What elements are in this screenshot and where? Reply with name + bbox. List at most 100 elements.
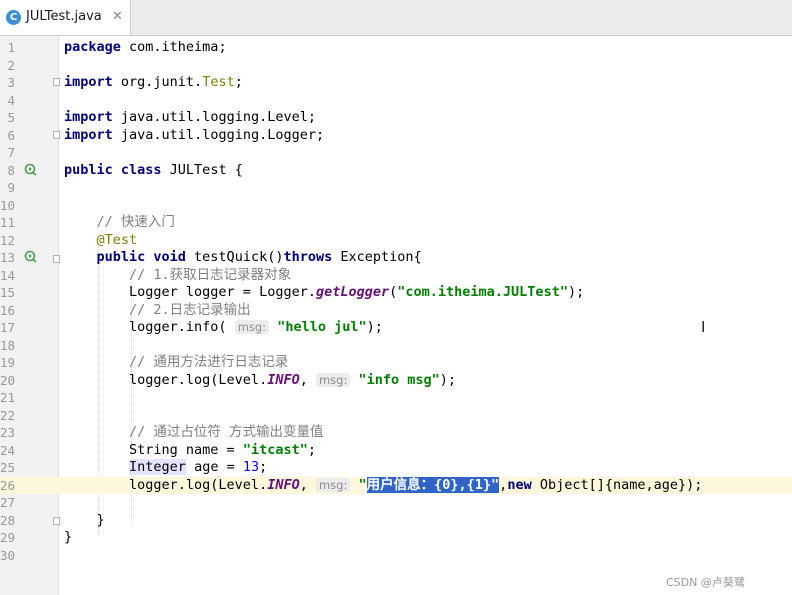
code-line[interactable]: 6 import java.util.logging.Logger; [0, 127, 792, 145]
line-number: 14 [0, 267, 16, 283]
close-icon[interactable]: ✕ [112, 9, 123, 24]
code-token: getLogger [315, 284, 390, 300]
code-line[interactable]: 23 // 通过占位符 方式输出变量值 [0, 424, 792, 442]
code-line[interactable]: 12 @Test [0, 232, 792, 250]
code-token: Test [202, 74, 235, 90]
code-line[interactable]: 22 [0, 407, 792, 425]
code-token: package [64, 39, 121, 55]
code-text: @Test [64, 231, 138, 250]
code-token: logger.info( [64, 319, 235, 335]
code-token: // 2.日志记录输出 [129, 301, 251, 318]
line-number: 22 [0, 407, 16, 423]
parameter-hint: msg: [315, 372, 351, 387]
code-text: import org.junit.Test; [64, 74, 243, 92]
code-token: ; [259, 459, 268, 475]
line-number: 2 [7, 57, 15, 73]
code-token: // 快速入门 [96, 214, 175, 230]
code-text: logger.info( msg: "hello jul"); [64, 319, 383, 337]
code-token: INFO [267, 371, 300, 388]
code-line[interactable]: 7 [0, 144, 792, 162]
code-token: " [358, 476, 367, 493]
code-line[interactable]: 1 package com.itheima; [0, 39, 792, 57]
code-token: Object[]{name,age}); [531, 476, 703, 493]
code-line[interactable]: 19 // 通用方法进行日志记录 [0, 354, 792, 372]
code-token: public void [96, 249, 186, 265]
line-number: 7 [7, 145, 15, 160]
mouse-cursor-icon: I [701, 318, 706, 336]
code-token: INFO [267, 476, 300, 493]
code-line[interactable]: 29} [0, 529, 792, 547]
code-token: // 通用方法进行日志记录 [129, 354, 289, 370]
code-line[interactable]: 15 Logger logger = Logger.getLogger("com… [0, 284, 792, 302]
line-number: 23 [0, 425, 16, 440]
code-line[interactable]: 13 public void testQuick()throws Excepti… [0, 249, 792, 267]
line-number: 30 [0, 547, 16, 563]
code-token: import [64, 74, 113, 90]
code-token: @Test [96, 231, 138, 248]
code-line[interactable]: 26 logger.log(Level.INFO, msg: "用户信息：{0}… [0, 476, 792, 494]
code-token: ); [366, 319, 383, 335]
code-line[interactable]: 16 // 2.日志记录输出 [0, 302, 792, 320]
code-line[interactable]: 4 [0, 92, 792, 110]
line-number: 3 [7, 75, 15, 90]
code-line[interactable]: 3 import org.junit.Test; [0, 74, 792, 92]
parameter-hint: msg: [234, 320, 270, 334]
java-class-icon: C [6, 10, 21, 25]
code-line[interactable]: 8 public class JULTest { [0, 162, 792, 180]
line-number: 9 [7, 180, 15, 195]
line-number: 29 [0, 530, 16, 545]
code-token: java.util.logging.Level; [112, 109, 316, 125]
code-token: age = [185, 459, 243, 475]
line-number: 1 [7, 40, 15, 55]
line-number: 27 [0, 495, 16, 510]
code-line[interactable]: 5 import java.util.logging.Level; [0, 109, 792, 127]
code-token: ; [234, 74, 243, 90]
code-line[interactable]: 27 [0, 494, 792, 512]
code-token: throws [283, 249, 333, 265]
code-line[interactable]: 10 [0, 197, 792, 215]
line-number: 19 [0, 355, 16, 370]
code-line[interactable]: 25 Integer age = 13; [0, 459, 792, 477]
editor-tab-bar: C JULTest.java ✕ [0, 0, 792, 36]
code-line[interactable]: 2 [0, 57, 792, 75]
line-number: 24 [0, 442, 16, 458]
code-line[interactable]: 18 [0, 337, 792, 355]
code-token: JULTest { [161, 161, 243, 178]
line-number: 6 [7, 127, 15, 143]
tab-jultest-java[interactable]: C JULTest.java ✕ [0, 0, 131, 35]
line-number: 8 [7, 162, 15, 178]
code-line[interactable]: 20 logger.log(Level.INFO, msg: "info msg… [0, 372, 792, 390]
code-text: logger.log(Level.INFO, msg: "info msg"); [64, 372, 456, 390]
code-line[interactable]: 28 } [0, 512, 792, 530]
code-editor[interactable]: 1 package com.itheima; 2 3 import org.junit.… [0, 36, 792, 595]
code-line[interactable]: 11 // 快速入门 [0, 214, 792, 232]
code-token: , [299, 371, 316, 388]
code-token: "com.itheima.JULTest" [397, 284, 568, 300]
code-token: public class [64, 161, 162, 178]
code-token: org.junit. [112, 74, 203, 90]
code-token: "hello jul" [277, 319, 367, 335]
line-number: 4 [7, 92, 15, 108]
code-token: new [507, 476, 532, 493]
code-text: import java.util.logging.Level; [64, 109, 316, 127]
code-text: // 通用方法进行日志记录 [64, 354, 288, 372]
code-line[interactable]: 17 logger.info( msg: "hello jul"); [0, 319, 792, 337]
code-line[interactable]: 21 [0, 389, 792, 407]
code-line[interactable]: 14 // 1.获取日志记录器对象 [0, 267, 792, 285]
code-text: // 1.获取日志记录器对象 [64, 267, 291, 285]
line-number: 11 [0, 215, 16, 230]
code-line[interactable]: 24 String name = "itcast"; [0, 442, 792, 460]
code-line[interactable]: 9 [0, 179, 792, 197]
code-text: public void testQuick()throws Exception{ [64, 249, 422, 267]
code-token: , [299, 476, 316, 493]
code-token: ; [307, 441, 316, 458]
line-number: 17 [0, 320, 16, 335]
code-line[interactable]: 30 [0, 547, 792, 565]
code-text: // 2.日志记录输出 [64, 302, 251, 320]
